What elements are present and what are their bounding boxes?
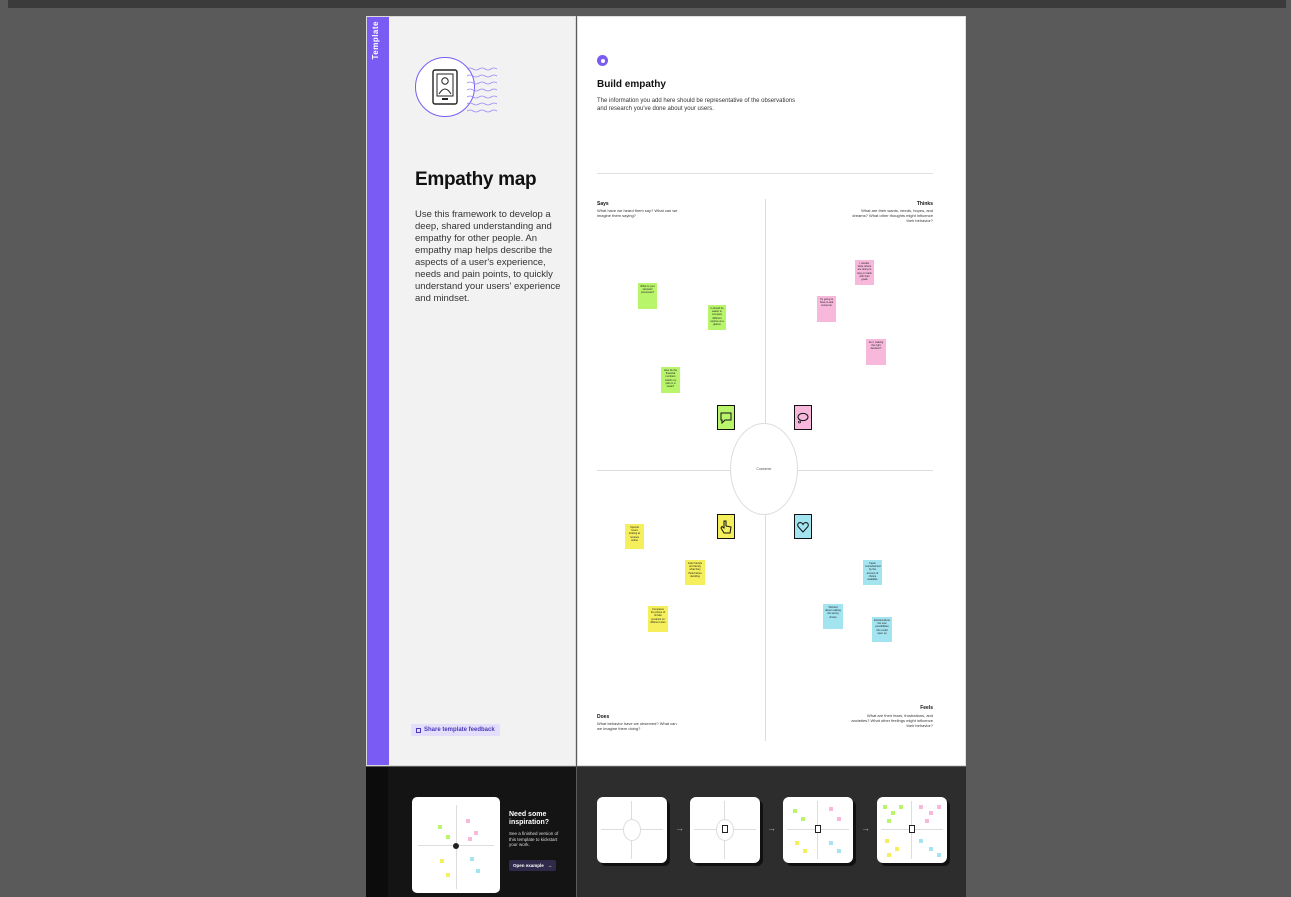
sticky-note-feels-2[interactable]: Worried about making the wrong choice [823, 604, 843, 629]
template-strip: Template [367, 17, 389, 765]
top-bar [8, 0, 1286, 8]
share-feedback-button[interactable]: Share template feedback [411, 724, 500, 736]
sticky-note-does-3[interactable]: Compares the prices of similar products … [648, 606, 668, 632]
inspiration-section: Need some inspiration? See a finished ve… [366, 767, 576, 897]
mini-dot [899, 805, 903, 809]
says-question: What have we heard them say? What can we… [597, 208, 678, 218]
thumb-dot [440, 859, 444, 863]
mini-dot [837, 817, 841, 821]
mini-dot [919, 805, 923, 809]
inspiration-title: Need some inspiration? [509, 811, 550, 826]
mini-dot [829, 841, 833, 845]
mini-user-icon [909, 825, 915, 833]
inspiration-description: See a finished version of this template … [509, 831, 559, 847]
intro-panel: Template Empathy map Use this framework … [366, 16, 576, 766]
sticky-note-thinks-3[interactable]: Am I making the right decision? [866, 339, 886, 365]
open-example-label: Open example [513, 863, 544, 868]
arrow-right-icon: → [547, 863, 553, 868]
template-label: Template [371, 21, 380, 60]
thumb-dot [466, 819, 470, 823]
thumb-avatar [453, 843, 459, 849]
arrow-right-icon: → [861, 823, 870, 833]
bottom-strip [366, 767, 388, 897]
mini-dot [887, 853, 891, 857]
mini-dot [937, 805, 941, 809]
thinks-question: What are their wants, needs, hopes, and … [852, 208, 933, 223]
mini-user-icon [815, 825, 821, 833]
thumb-dot [438, 825, 442, 829]
says-title: Says [597, 201, 609, 207]
mini-dot [925, 819, 929, 823]
mini-user-icon [722, 825, 728, 833]
thumb-dot [446, 873, 450, 877]
thumb-dot [446, 835, 450, 839]
thumb-dot [468, 837, 472, 841]
thought-bubble-icon [794, 405, 812, 430]
arrow-right-icon: → [675, 823, 684, 833]
sticky-note-says-2[interactable]: It should be easier to compare different… [708, 305, 726, 330]
sticky-note-feels-1[interactable]: Feels overwhelmed by the amount of choic… [863, 560, 882, 585]
step-card-1[interactable] [597, 797, 667, 863]
thinks-title: Thinks [916, 201, 933, 207]
mini-dot [919, 839, 923, 843]
sticky-note-says-1[interactable]: What is your stressful processes? [638, 283, 657, 309]
steps-section: → → → [577, 767, 966, 897]
thumb-dot [470, 857, 474, 861]
customer-label: Customer [756, 467, 772, 471]
feedback-icon [416, 727, 421, 733]
mini-dot [891, 811, 895, 815]
step-card-3[interactable] [783, 797, 853, 863]
share-feedback-label: Share template feedback [424, 727, 495, 733]
customer-circle[interactable]: Customer [730, 423, 798, 515]
mini-circle [623, 819, 641, 841]
mini-dot [885, 839, 889, 843]
step-description: The information you add here should be r… [597, 98, 796, 112]
divider [597, 173, 933, 174]
empathy-map-panel: Build empathy The information you add he… [577, 16, 966, 766]
mini-dot [837, 849, 841, 853]
mini-dot [829, 807, 833, 811]
mini-dot [795, 841, 799, 845]
step-marker-icon [597, 55, 608, 66]
page-title: Empathy map [415, 169, 537, 190]
step-card-2[interactable] [690, 797, 760, 863]
sticky-note-thinks-2[interactable]: I'm going to have to ask someone [817, 296, 836, 322]
thumb-dot [476, 869, 480, 873]
mini-dot [937, 853, 941, 857]
thumb-dot [474, 831, 478, 835]
does-question: What behavior have we observed? What can… [597, 721, 677, 731]
arrow-right-icon: → [767, 823, 776, 833]
does-title: Does [597, 714, 610, 720]
user-card-icon [415, 57, 475, 117]
sticky-note-does-2[interactable]: Asks friends and family what they think … [685, 560, 705, 585]
feels-title: Feels [920, 705, 933, 711]
speech-bubble-icon [717, 405, 735, 430]
wave-lines-icon [467, 67, 497, 113]
step-title: Build empathy [597, 79, 666, 90]
sticky-note-says-3[interactable]: How do the financial numbers match my pl… [661, 367, 680, 393]
feels-question: What are their fears, frustrations, and … [851, 713, 933, 728]
heart-icon [794, 514, 812, 539]
step-card-4[interactable] [877, 797, 947, 863]
mini-dot [883, 805, 887, 809]
example-thumbnail[interactable] [412, 797, 500, 893]
mini-dot [895, 847, 899, 851]
mini-dot [793, 809, 797, 813]
open-example-button[interactable]: Open example → [509, 860, 557, 871]
hand-pointer-icon [717, 514, 735, 539]
template-board: Template Empathy map Use this framework … [366, 16, 966, 897]
sticky-note-feels-3[interactable]: Excited about the new possibilities this… [872, 617, 892, 642]
mini-dot [929, 811, 933, 815]
sticky-note-thinks-1[interactable]: I wonder what others are doing to stay o… [855, 260, 874, 285]
mini-dot [929, 847, 933, 851]
mini-dot [801, 817, 805, 821]
mini-dot [803, 849, 807, 853]
intro-description: Use this framework to develop a deep, sh… [415, 209, 561, 304]
mini-dot [887, 819, 891, 823]
sticky-note-does-1[interactable]: Spends hours looking at reviews online [625, 524, 644, 549]
